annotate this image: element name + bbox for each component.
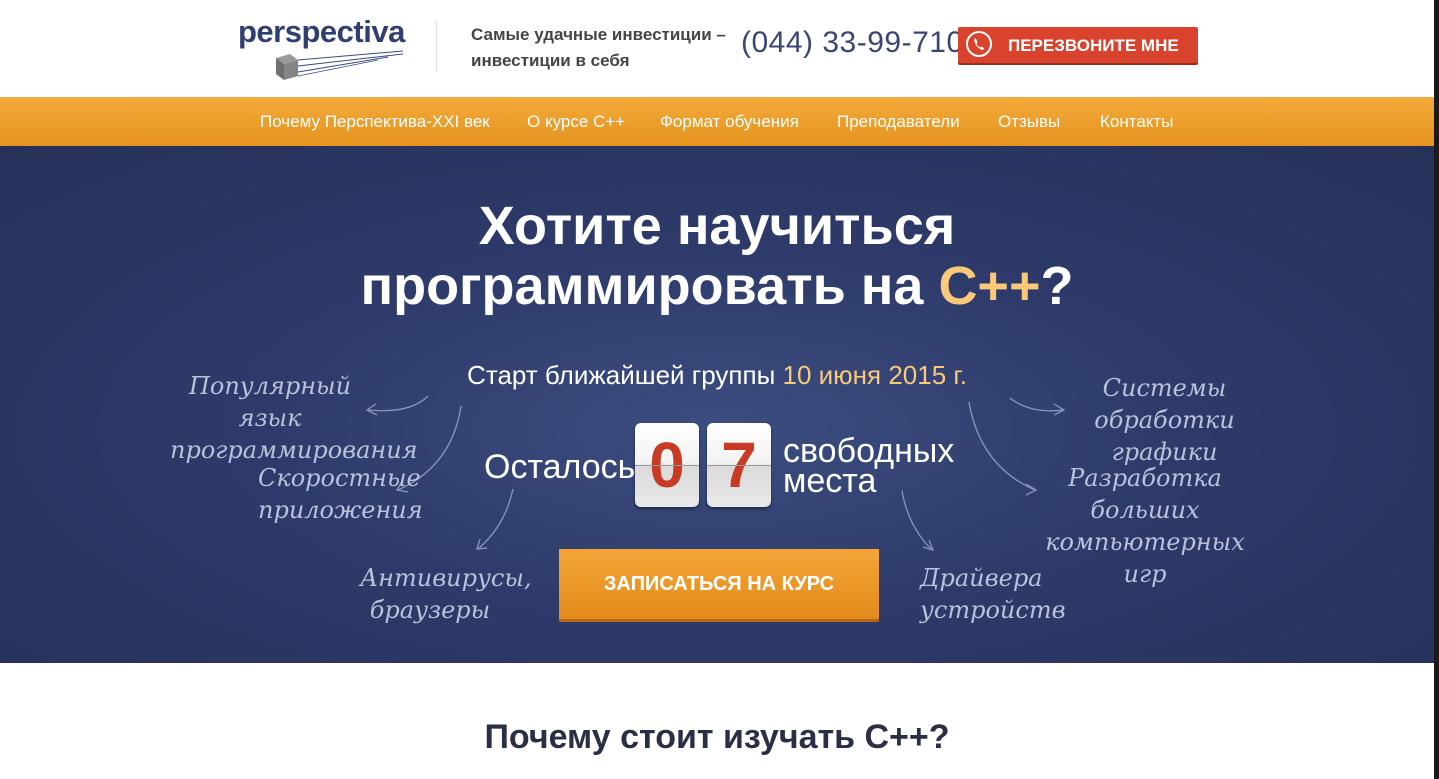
group-start-date: 10 июня 2015 г.	[782, 360, 967, 390]
hero-title: Хотите научиться программировать на С++?	[0, 196, 1434, 316]
hero-section: Хотите научиться программировать на С++?…	[0, 146, 1434, 663]
nav-item-reviews[interactable]: Отзывы	[998, 112, 1060, 132]
hero-title-suffix: ?	[1040, 256, 1074, 316]
header-tagline: Самые удачные инвестиции – инвестиции в …	[471, 25, 726, 70]
hero-title-line1: Хотите научиться	[478, 196, 956, 256]
hero-title-line2: программировать на С++?	[0, 256, 1434, 316]
why-section-title: Почему стоит изучать С++?	[484, 718, 950, 756]
nav-item-teachers[interactable]: Преподаватели	[837, 112, 960, 132]
phone-icon	[966, 31, 992, 57]
callback-button[interactable]: ПЕРЕЗВОНИТЕ МНЕ	[958, 27, 1198, 63]
note-big-games: Разработка больших компьютерных игр	[1045, 464, 1245, 588]
logo-cube-icon	[276, 50, 404, 80]
group-start-prefix: Старт ближайшей группы	[467, 360, 783, 390]
logo-text: perspectiva	[238, 14, 405, 49]
seats-label-line2: места	[783, 462, 877, 500]
logo[interactable]: perspectiva	[238, 14, 408, 82]
nav-item-why-perspectiva[interactable]: Почему Перспектива-XXI век	[260, 112, 490, 132]
hero-title-accent: С++	[938, 256, 1041, 316]
nav-item-format[interactable]: Формат обучения	[660, 112, 799, 132]
seats-label: свободных места	[783, 434, 954, 500]
nav-item-contacts[interactable]: Контакты	[1100, 112, 1173, 132]
phone-number[interactable]: (044) 33-99-710	[741, 26, 964, 60]
nav-item-about-course[interactable]: О курсе С++	[527, 112, 625, 132]
site-header: perspectiva Самые удачные инвестиции – и…	[0, 0, 1434, 97]
note-fast-apps: Скоростные приложения	[258, 464, 423, 524]
note-antivirus-browsers: Антивирусы, браузеры	[360, 564, 532, 624]
seats-digit-2: 7	[707, 423, 771, 507]
seats-digit-1: 0	[635, 423, 699, 507]
remaining-label: Осталось	[484, 448, 636, 486]
callback-label: ПЕРЕЗВОНИТЕ МНЕ	[1008, 36, 1179, 55]
note-graphics-systems: Системы обработки графики	[1094, 374, 1235, 466]
note-popular-language: Популярный язык программирования	[170, 372, 418, 464]
main-nav: Почему Перспектива-XXI век О курсе С++ Ф…	[0, 97, 1434, 146]
header-divider	[436, 20, 437, 72]
enroll-button[interactable]: ЗАПИСАТЬСЯ НА КУРС	[559, 549, 879, 619]
note-device-drivers: Драйвера устройств	[920, 564, 1066, 624]
window-edge	[1434, 0, 1439, 779]
hero-title-prefix: программировать на	[360, 256, 939, 316]
